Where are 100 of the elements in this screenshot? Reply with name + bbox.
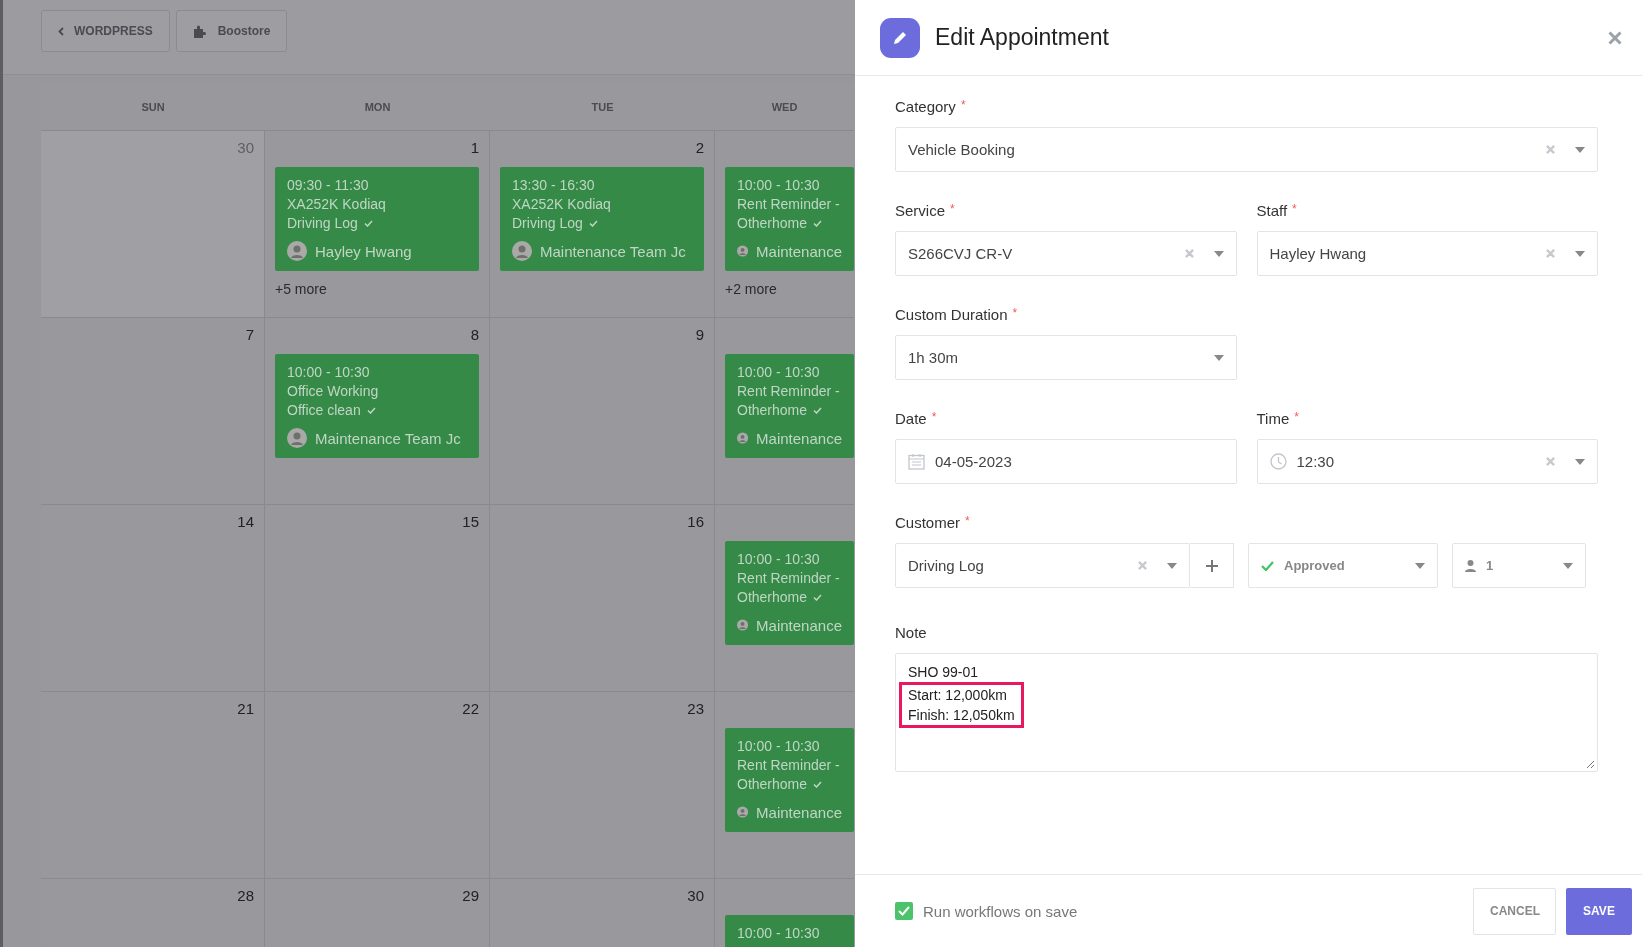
event-card[interactable]: 10:00 - 10:30 Office Working Office clean Maintenance Team Jc bbox=[275, 354, 479, 458]
person-icon bbox=[1465, 559, 1476, 572]
clock-icon bbox=[1269, 453, 1287, 470]
note-line: Finish: 12,050km bbox=[908, 706, 1015, 725]
select-field[interactable]: S266CVJ CR-V bbox=[895, 231, 1237, 276]
status-select[interactable]: Approved bbox=[1248, 543, 1438, 588]
day-cell[interactable]: 22 bbox=[265, 692, 490, 879]
day-cell[interactable]: 7 bbox=[41, 318, 265, 505]
weekday-header: SUN bbox=[141, 100, 165, 113]
event-card[interactable]: 10:00 - 10:30 Rent Reminder - Otherhome Maintenance bbox=[725, 728, 854, 832]
event-time: 10:00 - 10:30 bbox=[737, 924, 821, 943]
day-cell[interactable]: 10:00 - 10:30 Rent Reminder - Otherhome Maintenance +2 more bbox=[715, 131, 854, 318]
caret-icon bbox=[1575, 458, 1585, 465]
field-label: Customer bbox=[895, 514, 961, 531]
day-cell[interactable]: 2 13:30 - 16:30 XA252K Kodiaq Driving Log Maintenance Team Jc bbox=[490, 131, 715, 318]
clear-icon[interactable] bbox=[1138, 561, 1147, 570]
day-cell[interactable]: 30 bbox=[490, 879, 715, 947]
required-mark: * bbox=[1292, 202, 1297, 218]
day-number: 2 bbox=[695, 139, 704, 158]
event-card[interactable]: 10:00 - 10:30 Rent Reminder - Otherhome Maintenance bbox=[725, 541, 854, 645]
required-mark: * bbox=[960, 98, 966, 114]
toolbar-button[interactable]: Boostore bbox=[175, 10, 288, 52]
avatar-icon bbox=[287, 428, 307, 448]
date-field[interactable]: 04-05-2023 bbox=[895, 439, 1237, 484]
day-cell[interactable]: 29 bbox=[265, 879, 490, 947]
checkbox[interactable] bbox=[895, 902, 913, 920]
event-time: 10:00 - 10:30 bbox=[737, 737, 821, 756]
note-field[interactable]: SHO 99-01 Start: 12,000km Finish: 12,050km bbox=[895, 653, 1598, 772]
field-label: Custom Duration bbox=[895, 306, 1008, 323]
chevron-left-icon bbox=[58, 26, 64, 36]
weekday-header: TUE bbox=[591, 100, 614, 113]
day-cell[interactable]: 10:00 - 10:30 Rent Reminder - Otherhome Maintenance bbox=[715, 318, 854, 505]
required-mark: * bbox=[1294, 410, 1299, 426]
day-cell[interactable]: 10:00 - 10:30 Rent Reminder - Otherhome Maintenance bbox=[715, 505, 854, 692]
field-label: Date bbox=[895, 410, 927, 427]
event-title: XA252K Kodiaq bbox=[287, 195, 387, 214]
more-link[interactable]: +5 more bbox=[275, 281, 479, 297]
day-number: 15 bbox=[462, 513, 479, 532]
event-person: Maintenance Team Jc bbox=[315, 428, 461, 448]
caret-icon bbox=[1415, 562, 1425, 569]
event-subtitle: Driving Log bbox=[287, 214, 358, 233]
event-time: 13:30 - 16:30 bbox=[512, 176, 596, 195]
cancel-button[interactable]: CANCEL bbox=[1473, 887, 1556, 935]
event-subtitle: Driving Log bbox=[512, 214, 583, 233]
caret-icon bbox=[1563, 562, 1573, 569]
required-mark: * bbox=[931, 410, 937, 426]
toolbar-button[interactable]: WORDPRESS bbox=[41, 10, 170, 52]
clear-icon[interactable] bbox=[1546, 249, 1555, 258]
clear-icon[interactable] bbox=[1546, 457, 1555, 466]
day-cell[interactable]: 8 10:00 - 10:30 Office Working Office clean Maintenance Team Jc bbox=[265, 318, 490, 505]
add-button[interactable] bbox=[1190, 543, 1234, 588]
day-cell[interactable]: 10:00 - 10:30 bbox=[715, 879, 854, 947]
event-person: Maintenance Team Jc bbox=[540, 241, 686, 261]
event-title: Rent Reminder - bbox=[737, 569, 841, 588]
day-cell[interactable]: 14 bbox=[41, 505, 265, 692]
event-card[interactable]: 10:00 - 10:30 Rent Reminder - Otherhome Maintenance bbox=[725, 354, 854, 458]
check-icon bbox=[1261, 560, 1274, 571]
event-card[interactable]: 10:00 - 10:30 bbox=[725, 915, 854, 947]
event-person: Maintenance bbox=[756, 428, 842, 448]
note-line: SHO 99-01 bbox=[908, 663, 980, 682]
day-number: 8 bbox=[470, 326, 479, 345]
select-field[interactable]: Driving Log bbox=[895, 543, 1190, 588]
day-cell[interactable]: 10:00 - 10:30 Rent Reminder - Otherhome Maintenance bbox=[715, 692, 854, 879]
select-field[interactable]: Vehicle Booking bbox=[895, 127, 1598, 172]
resize-grip-icon[interactable] bbox=[1586, 760, 1595, 769]
event-title: Rent Reminder - bbox=[737, 195, 841, 214]
select-field[interactable]: Hayley Hwang bbox=[1256, 231, 1598, 276]
event-card[interactable]: 10:00 - 10:30 Rent Reminder - Otherhome Maintenance bbox=[725, 167, 854, 271]
note-line: Start: 12,000km bbox=[908, 686, 1008, 705]
event-subtitle: Otherhome bbox=[737, 214, 808, 233]
clear-icon[interactable] bbox=[1546, 145, 1555, 154]
plus-icon bbox=[1205, 559, 1218, 572]
event-card[interactable]: 09:30 - 11:30 XA252K Kodiaq Driving Log Hayley Hwang bbox=[275, 167, 479, 271]
save-button[interactable]: SAVE bbox=[1566, 887, 1632, 935]
event-subtitle: Otherhome bbox=[737, 588, 808, 607]
required-mark: * bbox=[965, 514, 970, 530]
select-field[interactable]: 12:30 bbox=[1256, 439, 1598, 484]
day-cell[interactable]: 28 bbox=[41, 879, 265, 947]
clear-icon[interactable] bbox=[1184, 249, 1194, 258]
day-cell[interactable]: 21 bbox=[41, 692, 265, 879]
more-link[interactable]: +2 more bbox=[725, 281, 854, 297]
day-number: 30 bbox=[687, 887, 704, 906]
event-card[interactable]: 13:30 - 16:30 XA252K Kodiaq Driving Log Maintenance Team Jc bbox=[500, 167, 704, 271]
event-time: 09:30 - 11:30 bbox=[287, 176, 370, 195]
day-cell[interactable]: 23 bbox=[490, 692, 715, 879]
event-person: Maintenance bbox=[756, 241, 842, 261]
event-time: 10:00 - 10:30 bbox=[287, 363, 371, 382]
day-cell[interactable]: 1 09:30 - 11:30 XA252K Kodiaq Driving Log Hayley Hwang +5 more bbox=[265, 131, 490, 318]
day-number: 1 bbox=[470, 139, 479, 158]
select-field[interactable]: 1h 30m bbox=[895, 335, 1237, 380]
day-number: 28 bbox=[237, 887, 254, 906]
day-cell[interactable]: 9 bbox=[490, 318, 715, 505]
day-number: 23 bbox=[687, 700, 704, 719]
caret-icon bbox=[1575, 146, 1585, 153]
day-cell[interactable]: 15 bbox=[265, 505, 490, 692]
close-icon[interactable] bbox=[1608, 30, 1622, 45]
people-select[interactable]: 1 bbox=[1452, 543, 1586, 588]
day-cell[interactable]: 16 bbox=[490, 505, 715, 692]
day-number: 9 bbox=[695, 326, 704, 345]
event-title: Rent Reminder - bbox=[737, 756, 841, 775]
